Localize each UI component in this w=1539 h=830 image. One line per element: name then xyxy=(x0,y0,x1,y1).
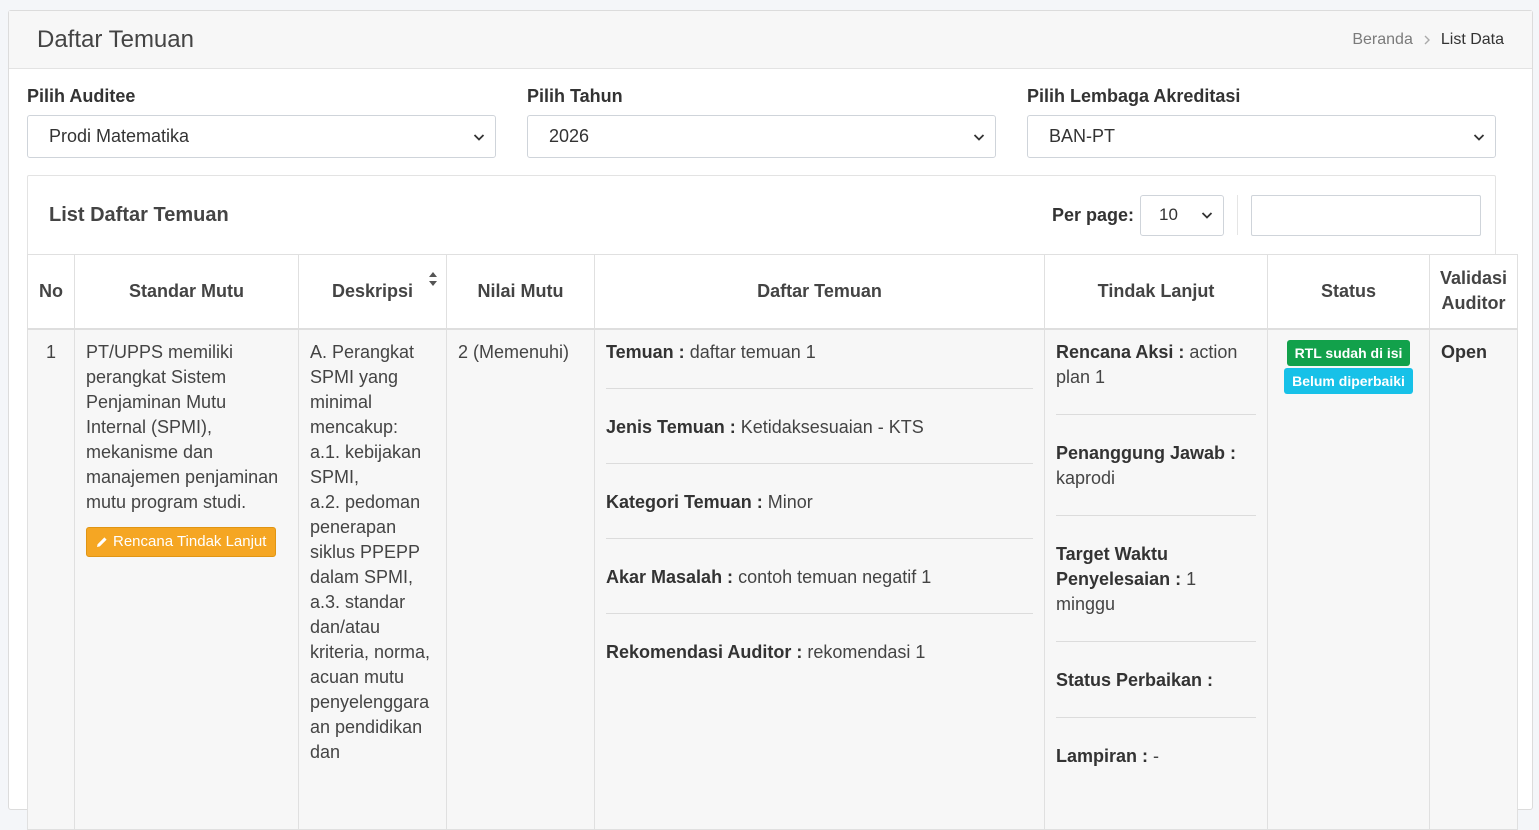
column-header-nilai-mutu: Nilai Mutu xyxy=(446,254,595,330)
sort-icon[interactable] xyxy=(428,271,438,287)
validasi-auditor-cell: Open xyxy=(1429,328,1518,830)
tl-status-perbaikan-key: Status Perbaikan : xyxy=(1056,669,1214,690)
status-badge-rtl: RTL sudah di isi xyxy=(1286,339,1411,366)
list-header: List Daftar Temuan Per page: 10 xyxy=(28,176,1495,254)
lembaga-select-value: BAN-PT xyxy=(1049,126,1116,146)
filter-lembaga-label: Pilih Lembaga Akreditasi xyxy=(1027,86,1241,106)
detail-akar-masalah: Akar Masalah : contoh temuan negatif 1 xyxy=(606,565,1033,614)
filter-auditee: Pilih Auditee Prodi Matematika xyxy=(27,86,496,158)
filter-auditee-label: Pilih Auditee xyxy=(27,86,136,106)
per-page-value: 10 xyxy=(1159,205,1178,224)
filter-tahun-label: Pilih Tahun xyxy=(527,86,623,106)
tl-rencana-aksi: Rencana Aksi : action plan 1 xyxy=(1056,340,1256,415)
list-card: List Daftar Temuan Per page: 10 No Stand… xyxy=(27,175,1518,830)
tl-target-waktu-key: Target Waktu Penyelesaian : xyxy=(1056,543,1182,589)
search-input[interactable] xyxy=(1251,194,1481,236)
page-title: Daftar Temuan xyxy=(37,25,194,53)
detail-temuan-value: daftar temuan 1 xyxy=(689,341,816,362)
column-header-no: No xyxy=(27,254,75,330)
chevron-down-icon xyxy=(973,133,985,141)
tl-lampiran: Lampiran : - xyxy=(1056,744,1256,793)
auditee-select[interactable]: Prodi Matematika xyxy=(27,115,496,158)
tl-rencana-aksi-key: Rencana Aksi : xyxy=(1056,341,1185,362)
detail-jenis-temuan-key: Jenis Temuan : xyxy=(606,416,736,437)
column-header-validasi-auditor: Validasi Auditor xyxy=(1429,254,1518,330)
detail-jenis-temuan: Jenis Temuan : Ketidaksesuaian - KTS xyxy=(606,415,1033,464)
tools-divider xyxy=(1237,195,1238,235)
detail-rekomendasi-auditor: Rekomendasi Auditor : rekomendasi 1 xyxy=(606,640,1033,688)
rencana-tindak-lanjut-label: Rencana Tindak Lanjut xyxy=(113,533,267,550)
breadcrumb-current: List Data xyxy=(1440,30,1504,48)
auditee-select-value: Prodi Matematika xyxy=(49,126,190,146)
standar-mutu-cell: PT/UPPS memiliki perangkat Sistem Penjam… xyxy=(74,328,299,830)
lembaga-select[interactable]: BAN-PT xyxy=(1027,115,1496,158)
detail-akar-masalah-value: contoh temuan negatif 1 xyxy=(738,566,932,587)
pencil-icon xyxy=(97,536,107,547)
tl-penanggung-jawab: Penanggung Jawab : kaprodi xyxy=(1056,441,1256,516)
breadcrumb-home-link[interactable]: Beranda xyxy=(1352,31,1413,49)
table-row: 1 PT/UPPS memiliki perangkat Sistem Penj… xyxy=(27,328,1518,830)
detail-temuan-key: Temuan : xyxy=(606,341,685,362)
deskripsi-cell: A. Perangkat SPMI yang minimal mencakup:… xyxy=(298,328,447,830)
detail-akar-masalah-key: Akar Masalah : xyxy=(606,566,734,587)
page-header: Daftar Temuan Beranda List Data xyxy=(9,11,1532,69)
chevron-down-icon xyxy=(1201,212,1213,219)
nilai-mutu-cell: 2 (Memenuhi) xyxy=(446,328,595,830)
detail-kategori-temuan-key: Kategori Temuan : xyxy=(606,491,763,512)
standar-mutu-text: PT/UPPS memiliki perangkat Sistem Penjam… xyxy=(86,341,279,512)
list-title: List Daftar Temuan xyxy=(49,203,229,226)
findings-table: No Standar Mutu Deskripsi Nilai Mutu Daf… xyxy=(27,254,1518,830)
detail-rekomendasi-key: Rekomendasi Auditor : xyxy=(606,641,803,662)
daftar-temuan-cell: Temuan : daftar temuan 1 Jenis Temuan : … xyxy=(594,328,1045,830)
detail-kategori-temuan-value: Minor xyxy=(767,491,813,512)
tl-target-waktu: Target Waktu Penyelesaian : 1 minggu xyxy=(1056,542,1256,642)
tindak-lanjut-cell: Rencana Aksi : action plan 1 Penanggung … xyxy=(1044,328,1268,830)
detail-jenis-temuan-value: Ketidaksesuaian - KTS xyxy=(740,416,924,437)
tl-penanggung-jawab-value: kaprodi xyxy=(1056,467,1116,488)
column-header-deskripsi-label: Deskripsi xyxy=(331,280,414,301)
status-badge-perbaikan: Belum diperbaiki xyxy=(1284,367,1413,394)
column-header-standar-mutu: Standar Mutu xyxy=(74,254,299,330)
table-header-row: No Standar Mutu Deskripsi Nilai Mutu Daf… xyxy=(27,254,1518,330)
column-header-deskripsi[interactable]: Deskripsi xyxy=(298,254,447,330)
deskripsi-text: A. Perangkat SPMI yang minimal mencakup:… xyxy=(310,341,431,762)
chevron-down-icon xyxy=(473,133,485,141)
row-number: 1 xyxy=(27,328,75,830)
list-tools: Per page: 10 xyxy=(1051,194,1481,236)
validasi-status: Open xyxy=(1441,341,1488,362)
per-page-select[interactable]: 10 xyxy=(1140,194,1224,236)
tl-status-perbaikan: Status Perbaikan : xyxy=(1056,668,1256,718)
tahun-select[interactable]: 2026 xyxy=(527,115,996,158)
tl-penanggung-jawab-key: Penanggung Jawab : xyxy=(1056,442,1237,463)
status-cell: RTL sudah di isi Belum diperbaiki xyxy=(1267,328,1430,830)
detail-temuan: Temuan : daftar temuan 1 xyxy=(606,340,1033,389)
filter-bar: Pilih Auditee Prodi Matematika Pilih Tah… xyxy=(27,86,1496,158)
per-page-label: Per page: xyxy=(1051,204,1134,225)
filter-tahun: Pilih Tahun 2026 xyxy=(527,86,996,158)
column-header-daftar-temuan: Daftar Temuan xyxy=(594,254,1045,330)
column-header-status: Status xyxy=(1267,254,1430,330)
detail-kategori-temuan: Kategori Temuan : Minor xyxy=(606,490,1033,539)
chevron-right-icon xyxy=(1423,32,1431,48)
breadcrumb: Beranda List Data xyxy=(1352,31,1504,49)
rencana-tindak-lanjut-button[interactable]: Rencana Tindak Lanjut xyxy=(86,526,277,557)
tl-lampiran-key: Lampiran : xyxy=(1056,745,1149,766)
tl-lampiran-value: - xyxy=(1153,745,1160,766)
filter-lembaga: Pilih Lembaga Akreditasi BAN-PT xyxy=(1027,86,1496,158)
column-header-tindak-lanjut: Tindak Lanjut xyxy=(1044,254,1268,330)
chevron-down-icon xyxy=(1473,133,1485,141)
tahun-select-value: 2026 xyxy=(549,126,590,146)
detail-rekomendasi-value: rekomendasi 1 xyxy=(807,641,926,662)
